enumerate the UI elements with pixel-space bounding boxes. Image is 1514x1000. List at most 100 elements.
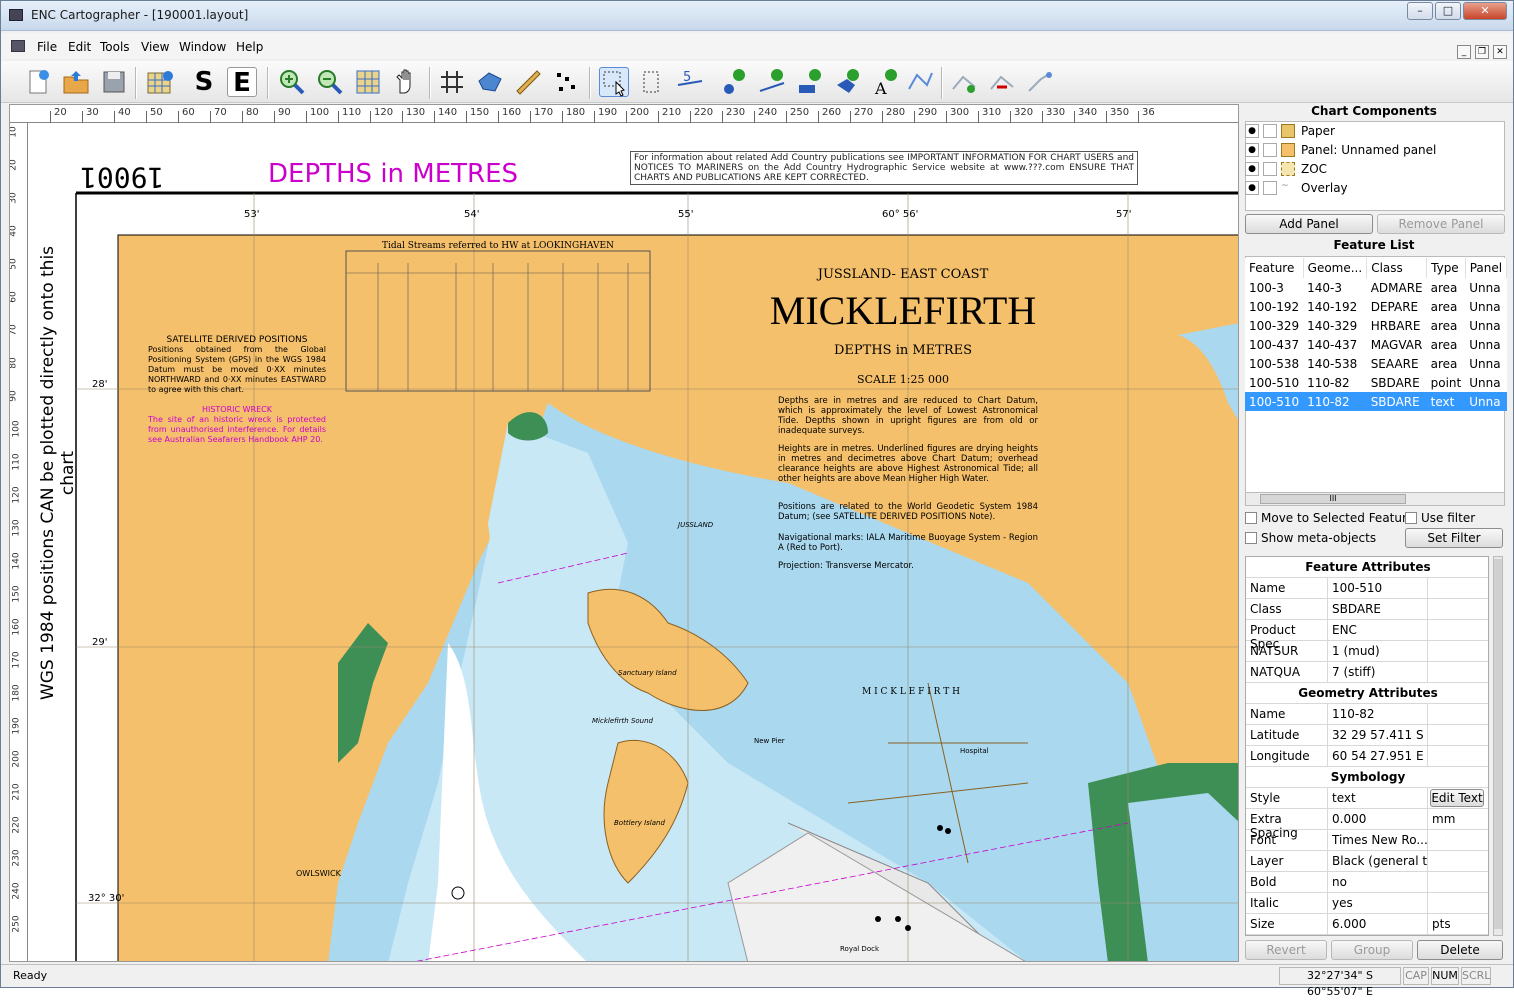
add-polyline-button[interactable]	[905, 67, 935, 97]
minimize-button[interactable]: –	[1407, 2, 1433, 20]
ruler-tick	[466, 111, 467, 123]
lock-icon[interactable]	[1263, 181, 1277, 195]
attr-row[interactable]: NATQUA 7 (stiff)	[1246, 662, 1488, 683]
add-point-button[interactable]	[719, 67, 749, 97]
measure-button[interactable]	[513, 67, 543, 97]
set-filter-button[interactable]: Set Filter	[1405, 528, 1503, 548]
attr-row[interactable]: Bold no	[1246, 872, 1488, 893]
feature-list-hscrollbar[interactable]: III	[1245, 492, 1505, 506]
attr-row[interactable]: Product Spec ENC	[1246, 620, 1488, 651]
close-button[interactable]: ✕	[1463, 2, 1507, 20]
visibility-eye-icon[interactable]: ●	[1245, 143, 1259, 157]
maximize-button[interactable]: □	[1435, 2, 1461, 20]
menu-edit[interactable]: Edit	[68, 40, 91, 54]
column-header-type[interactable]: Type	[1426, 258, 1466, 278]
ruler-tick-label: 350	[1110, 107, 1130, 118]
column-header-class[interactable]: Class	[1366, 258, 1428, 278]
table-row[interactable]: 100-437 140-437 MAGVAR area Unna	[1245, 335, 1507, 354]
select-rect-button[interactable]	[637, 67, 667, 97]
attr-row[interactable]: Name 100-510	[1246, 578, 1488, 599]
edit-vertices-button[interactable]	[949, 67, 979, 97]
table-row-selected[interactable]: 100-510 110-82 SBDARE text Unna	[1245, 392, 1507, 411]
ruler-tick-label: 110	[342, 107, 362, 118]
menu-help[interactable]: Help	[236, 40, 263, 54]
ruler-tick-label: 130	[11, 519, 22, 537]
title-bar[interactable]: ENC Cartographer - [190001.layout] – □ ✕	[1, 1, 1513, 31]
attr-row[interactable]: NATSUR 1 (mud)	[1246, 641, 1488, 662]
edit-text-button[interactable]: Edit Text	[1430, 789, 1484, 807]
select-button[interactable]	[599, 67, 629, 97]
delete-button[interactable]: Delete	[1417, 940, 1503, 960]
select-points-button[interactable]	[551, 67, 581, 97]
new-chart-button[interactable]	[23, 67, 53, 97]
e-mode-button[interactable]: E	[227, 67, 257, 98]
area-button[interactable]	[475, 67, 505, 97]
zoom-extent-button[interactable]	[353, 67, 383, 97]
ruler-tick-label: 320	[1014, 107, 1034, 118]
visibility-eye-icon[interactable]: ●	[1245, 162, 1259, 176]
feature-attributes-header: Feature Attributes	[1246, 557, 1488, 578]
grid-button[interactable]	[437, 67, 467, 97]
attr-row[interactable]: Latitude 32 29 57.411 S	[1246, 725, 1488, 746]
status-text: Ready	[13, 969, 48, 982]
attr-row[interactable]: Longitude 60 54 27.951 E	[1246, 746, 1488, 767]
lock-icon[interactable]	[1263, 162, 1277, 176]
chart-view[interactable]: 20 30 40 50 60 70 80 90 100 110 120 130 140 150 160 170…	[9, 104, 1239, 962]
ruler-tick-label: 220	[11, 816, 22, 834]
remove-panel-button[interactable]: Remove Panel	[1377, 214, 1505, 234]
attr-row[interactable]: Class SBDARE	[1246, 599, 1488, 620]
add-text-button[interactable]: A	[871, 67, 901, 98]
mdi-restore-button[interactable]: ❐	[1475, 45, 1489, 59]
place-label: Bottlery Island	[614, 819, 665, 827]
attr-row[interactable]: Italic yes	[1246, 893, 1488, 914]
save-button[interactable]	[99, 67, 129, 97]
depth-label-button[interactable]: 5	[675, 67, 705, 97]
add-area-fill-button[interactable]	[833, 67, 863, 97]
attr-row[interactable]: Font Times New Ro...	[1246, 830, 1488, 851]
zoom-out-button[interactable]	[315, 67, 345, 97]
attr-row[interactable]: Size 6.000 pts	[1246, 914, 1488, 935]
mdi-minimize-button[interactable]: _	[1457, 45, 1471, 59]
attribute-vscrollbar[interactable]	[1493, 556, 1503, 936]
table-row[interactable]: 100-329 140-329 HRBARE area Unna	[1245, 316, 1507, 335]
scroll-thumb[interactable]: III	[1260, 494, 1406, 504]
chart-scale: SCALE 1:25 000	[857, 373, 949, 386]
visibility-eye-icon[interactable]: ●	[1245, 124, 1259, 138]
lock-icon[interactable]	[1263, 143, 1277, 157]
add-area-button[interactable]	[795, 67, 825, 97]
visibility-eye-icon[interactable]: ●	[1245, 181, 1259, 195]
menu-file[interactable]: File	[37, 40, 57, 54]
open-button[interactable]	[61, 67, 91, 97]
ruler-tick-label: 40	[9, 225, 19, 237]
menu-view[interactable]: View	[141, 40, 169, 54]
table-row[interactable]: 100-538 140-538 SEAARE area Unna	[1245, 354, 1507, 373]
move-vertex-button[interactable]	[1025, 67, 1055, 97]
attr-row[interactable]: Extra Spacing 0.000 mm	[1246, 809, 1488, 840]
ruler-tick-label: 260	[822, 107, 842, 118]
chart-canvas[interactable]: 19001 DEPTHS in METRES For information a…	[28, 123, 1238, 961]
table-row[interactable]: 100-510 110-82 SBDARE point Unna	[1245, 373, 1507, 392]
column-header-geometry[interactable]: Geome...	[1303, 258, 1368, 278]
add-line-button[interactable]	[757, 67, 787, 97]
attr-row[interactable]: Name 110-82	[1246, 704, 1488, 725]
symbology-header: Symbology	[1246, 767, 1488, 788]
table-row[interactable]: 100-192 140-192 DEPARE area Unna	[1245, 297, 1507, 316]
pan-hand-button[interactable]	[391, 67, 421, 97]
menu-window[interactable]: Window	[179, 40, 226, 54]
chart-properties-button[interactable]	[145, 67, 175, 97]
attr-row[interactable]: Layer Black (general t...	[1246, 851, 1488, 872]
zoom-in-button[interactable]	[277, 67, 307, 97]
column-header-panel[interactable]: Panel	[1465, 258, 1508, 278]
s-mode-button[interactable]: S	[189, 67, 219, 97]
delete-vertex-button[interactable]	[987, 67, 1017, 97]
group-button[interactable]: Group	[1331, 940, 1413, 960]
revert-button[interactable]: Revert	[1245, 940, 1327, 960]
menu-tools[interactable]: Tools	[100, 40, 130, 54]
table-row[interactable]: 100-3 140-3 ADMARE area Unna	[1245, 278, 1507, 297]
scroll-thumb[interactable]	[1494, 559, 1502, 929]
lock-icon[interactable]	[1263, 124, 1277, 138]
mdi-close-button[interactable]: ✕	[1493, 45, 1507, 59]
column-header-feature[interactable]: Feature	[1245, 258, 1304, 278]
add-panel-button[interactable]: Add Panel	[1245, 214, 1373, 234]
attr-row[interactable]: Style text Edit Text	[1246, 788, 1488, 809]
